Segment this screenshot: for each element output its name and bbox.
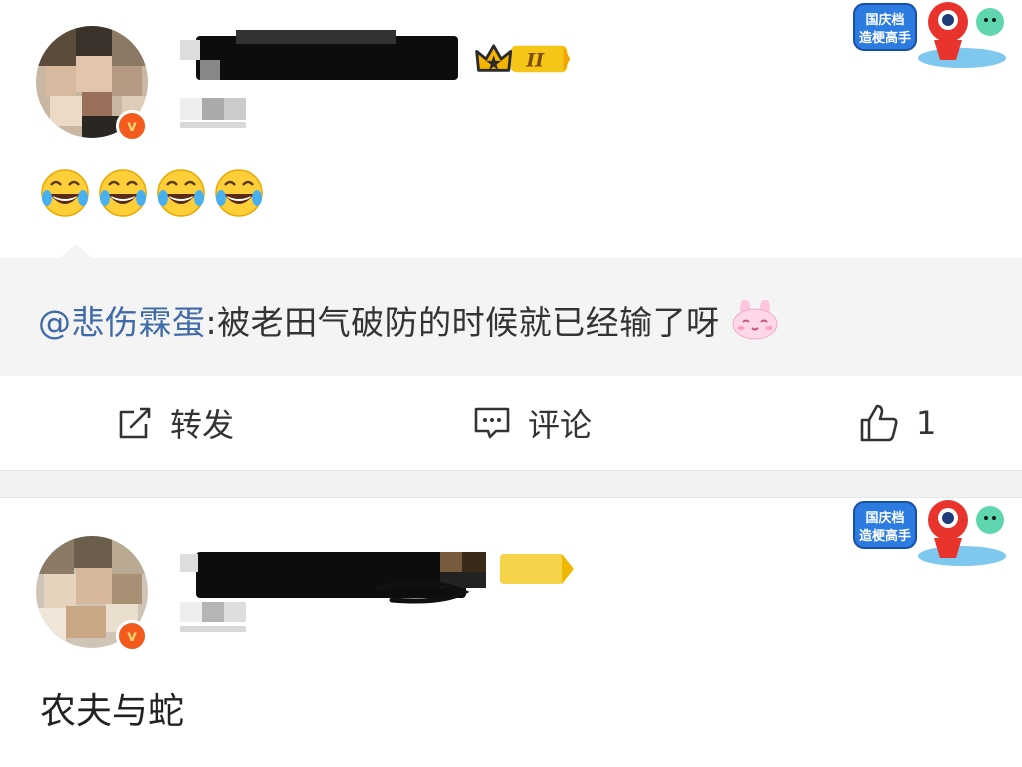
username-pixel-blur [180,40,240,80]
emoji-row [40,168,264,218]
repost-button[interactable]: 转发 [116,400,234,446]
laugh-cry-emoji-icon [157,169,205,217]
crown-badge-partial [500,554,574,584]
like-count: 1 [916,404,937,442]
timestamp-blurred [180,602,246,634]
verified-badge-icon: v [116,620,148,652]
comment-text: 农夫与蛇 [40,691,185,732]
thumbs-up-icon [860,404,898,442]
svg-text:造梗高手: 造梗高手 [859,528,911,544]
quote-arrow [60,244,92,258]
laugh-cry-emoji-icon [99,169,147,217]
svg-text:国庆档: 国庆档 [865,12,904,28]
comment-button[interactable]: 评论 [472,400,592,446]
timestamp-blurred [180,98,246,130]
verified-badge-icon: v [116,110,148,142]
comment-card-1: v II 国庆档 造梗高手 @悲伤霖蛋:被老田气破防的时候就已经输了呀 转发 评… [0,0,1022,470]
level-text: II [525,50,545,72]
comment-label: 评论 [528,406,593,444]
rabbit-emoji-icon [732,299,778,340]
laugh-cry-emoji-icon [41,169,89,217]
promo-badge[interactable]: 国庆档 造梗高手 [844,0,1014,72]
svg-text:造梗高手: 造梗高手 [859,30,911,46]
repost-label: 转发 [170,406,235,444]
quote-body: :被老田气破防的时候就已经输了呀 [205,303,720,342]
quote-text: @悲伤霖蛋:被老田气破防的时候就已经输了呀 [38,296,779,344]
mention-link[interactable]: @悲伤霖蛋 [38,303,206,342]
laugh-cry-emoji-icon [215,169,263,217]
comment-card-2: v 国庆档 造梗高手 农夫与蛇 [0,498,1022,767]
crown-level-badge: II [475,44,571,73]
comment-icon [474,407,510,439]
repost-icon [119,407,151,439]
promo-badge[interactable]: 国庆档 造梗高手 [844,498,1014,570]
quoted-reply[interactable]: @悲伤霖蛋:被老田气破防的时候就已经输了呀 [0,244,1022,376]
svg-text:国庆档: 国庆档 [865,510,904,526]
action-bar: 转发 评论 1 [0,376,1022,470]
username-pixel-blur [180,554,210,584]
like-button[interactable]: 1 [858,400,936,446]
card-separator [0,470,1022,498]
scribble-redaction [375,580,470,604]
